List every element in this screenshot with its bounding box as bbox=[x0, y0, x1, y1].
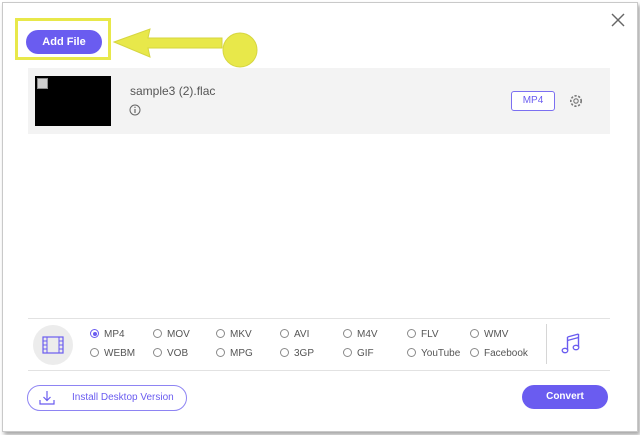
radio bbox=[343, 329, 352, 338]
radio bbox=[343, 348, 352, 357]
yellow-arrow bbox=[112, 28, 258, 68]
format-option-3gp[interactable]: 3GP bbox=[280, 348, 314, 359]
radio bbox=[470, 329, 479, 338]
convert-button[interactable]: Convert bbox=[522, 385, 608, 409]
install-desktop-version-button[interactable]: Install Desktop Version bbox=[27, 385, 187, 411]
add-file-button[interactable]: Add File bbox=[26, 30, 102, 54]
format-option-mov[interactable]: MOV bbox=[153, 329, 190, 340]
download-icon bbox=[39, 391, 55, 405]
format-option-flv[interactable]: FLV bbox=[407, 329, 439, 340]
format-option-mkv[interactable]: MKV bbox=[216, 329, 252, 340]
video-format-tab[interactable] bbox=[33, 325, 73, 365]
file-name: sample3 (2).flac bbox=[130, 84, 216, 98]
radio bbox=[153, 348, 162, 357]
film-icon bbox=[42, 336, 64, 354]
radio bbox=[470, 348, 479, 357]
format-option-avi[interactable]: AVI bbox=[280, 329, 309, 340]
format-option-vob[interactable]: VOB bbox=[153, 348, 188, 359]
info-icon[interactable] bbox=[129, 104, 141, 116]
file-list-item: sample3 (2).flac MP4 bbox=[28, 68, 610, 134]
radio-selected bbox=[90, 329, 99, 338]
music-note-icon[interactable] bbox=[561, 332, 581, 356]
converter-window bbox=[2, 2, 638, 432]
format-option-mpg[interactable]: MPG bbox=[216, 348, 253, 359]
radio bbox=[216, 348, 225, 357]
format-option-webm[interactable]: WEBM bbox=[90, 348, 135, 359]
radio bbox=[280, 329, 289, 338]
format-option-wmv[interactable]: WMV bbox=[470, 329, 508, 340]
radio bbox=[407, 329, 416, 338]
format-tab-divider bbox=[546, 324, 547, 364]
format-option-mp4[interactable]: MP4 bbox=[90, 329, 125, 340]
radio bbox=[407, 348, 416, 357]
gear-icon[interactable] bbox=[568, 93, 584, 109]
radio bbox=[280, 348, 289, 357]
format-option-youtube[interactable]: YouTube bbox=[407, 348, 460, 359]
format-option-gif[interactable]: GIF bbox=[343, 348, 374, 359]
radio bbox=[90, 348, 99, 357]
radio bbox=[216, 329, 225, 338]
radio bbox=[153, 329, 162, 338]
video-thumbnail bbox=[35, 76, 111, 126]
format-panel-bottom-divider bbox=[28, 370, 610, 371]
output-format-badge[interactable]: MP4 bbox=[511, 91, 555, 111]
install-desktop-version-label: Install Desktop Version bbox=[72, 392, 174, 403]
broken-image-icon bbox=[37, 78, 48, 89]
format-panel-top-divider bbox=[28, 318, 610, 319]
format-option-m4v[interactable]: M4V bbox=[343, 329, 378, 340]
format-option-facebook[interactable]: Facebook bbox=[470, 348, 528, 359]
close-icon[interactable] bbox=[608, 10, 628, 30]
